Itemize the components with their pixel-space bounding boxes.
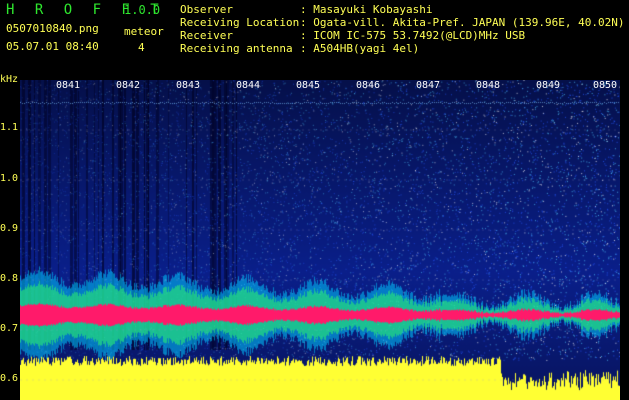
info-value: : Ogata-vill. Akita-Pref. JAPAN (139.96E… (300, 16, 625, 29)
info-row-observer: Observer : Masayuki Kobayashi (180, 3, 432, 16)
info-value: : ICOM IC-575 53.7492(@LCD)MHz USB (300, 29, 526, 42)
y-tick-label: 0.7 (0, 323, 19, 334)
header: H R O F F T 1.0.0 0507010840.png 05.07.0… (0, 0, 629, 78)
info-key: Receiving Location (180, 16, 300, 29)
info-row-location: Receiving Location: Ogata-vill. Akita-Pr… (180, 16, 625, 29)
y-tick-label: 0.6 (0, 373, 19, 384)
y-tick-label: 0.9 (0, 223, 19, 234)
info-row-receiver: Receiver : ICOM IC-575 53.7492(@LCD)MHz U… (180, 29, 525, 42)
time-label: 0846 (355, 80, 381, 91)
time-label: 0842 (115, 80, 141, 91)
y-tick-label: 1.1 (0, 122, 19, 133)
info-key: Receiving antenna (180, 42, 293, 55)
time-label: 0847 (415, 80, 441, 91)
time-label: 0844 (235, 80, 261, 91)
info-value: : A504HB(yagi 4el) (300, 42, 420, 55)
meteor-label: meteor (124, 25, 164, 38)
y-axis-unit: kHz (0, 74, 19, 85)
time-label: 0841 (55, 80, 81, 91)
meteor-count: 4 (138, 41, 145, 54)
time-label: 0850 (592, 80, 618, 91)
time-label: 0843 (175, 80, 201, 91)
y-tick-label: 0.8 (0, 273, 19, 284)
app-version: 1.0.0 (124, 3, 161, 17)
info-key: Observer (180, 3, 233, 16)
spectrogram-canvas (20, 80, 620, 400)
info-value: : Masayuki Kobayashi (300, 3, 433, 16)
time-label: 0848 (475, 80, 501, 91)
time-label: 0845 (295, 80, 321, 91)
y-tick-label: 1.0 (0, 173, 19, 184)
time-label: 0849 (535, 80, 561, 91)
info-key: Receiver (180, 29, 233, 42)
file-name: 0507010840.png (6, 22, 99, 35)
info-row-antenna: Receiving antenna : A504HB(yagi 4el) (180, 42, 419, 55)
date-time: 05.07.01 08:40 (6, 40, 99, 53)
